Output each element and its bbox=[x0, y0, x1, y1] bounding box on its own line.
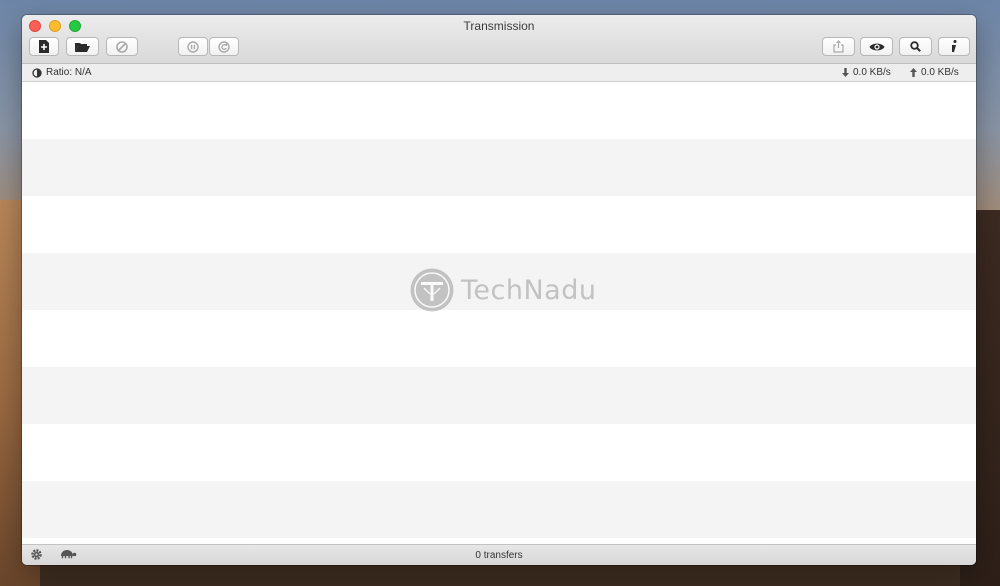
eye-icon bbox=[869, 43, 884, 50]
ratio-indicator[interactable]: Ratio: N/A bbox=[32, 67, 92, 78]
transfer-count: 0 transfers bbox=[475, 550, 523, 561]
ratio-label: Ratio: N/A bbox=[46, 67, 92, 78]
bottom-bar: 0 transfers bbox=[22, 544, 976, 565]
titlebar: Transmission bbox=[22, 15, 976, 64]
info-icon bbox=[952, 40, 957, 52]
technadu-logo-icon bbox=[410, 268, 454, 312]
arrow-up-icon bbox=[910, 68, 917, 77]
list-row bbox=[22, 424, 976, 481]
list-row bbox=[22, 310, 976, 367]
open-torrent-button[interactable] bbox=[66, 37, 99, 56]
remove-icon bbox=[116, 40, 128, 53]
folder-icon bbox=[75, 43, 90, 52]
filter-button[interactable] bbox=[899, 37, 932, 56]
status-bar: Ratio: N/A 0.0 KB/s 0.0 KB/s bbox=[22, 64, 976, 82]
list-row bbox=[22, 367, 976, 424]
ratio-icon bbox=[32, 67, 42, 78]
remove-torrent-button[interactable] bbox=[106, 37, 138, 56]
watermark: TechNadu bbox=[409, 267, 596, 313]
arrow-down-icon bbox=[842, 68, 849, 77]
list-row bbox=[22, 139, 976, 196]
share-icon bbox=[833, 40, 844, 53]
watermark-text: TechNadu bbox=[461, 274, 597, 306]
list-row bbox=[22, 481, 976, 538]
resume-icon bbox=[218, 40, 230, 53]
quick-look-button[interactable] bbox=[860, 37, 893, 56]
resume-all-button[interactable] bbox=[209, 37, 239, 56]
pause-all-button[interactable] bbox=[178, 37, 208, 56]
pause-icon bbox=[187, 40, 199, 53]
transmission-window: Transmission Ratio: N/A 0.0 KB/s 0.0 KB/… bbox=[22, 15, 976, 565]
search-icon bbox=[910, 41, 921, 52]
download-speed: 0.0 KB/s bbox=[842, 67, 891, 78]
document-plus-icon bbox=[39, 40, 49, 53]
window-title: Transmission bbox=[463, 19, 535, 33]
inspector-button[interactable] bbox=[938, 37, 970, 56]
create-torrent-button[interactable] bbox=[29, 37, 59, 56]
download-speed-value: 0.0 KB/s bbox=[853, 67, 891, 78]
list-row bbox=[22, 82, 976, 139]
upload-speed: 0.0 KB/s bbox=[910, 67, 959, 78]
share-button[interactable] bbox=[822, 37, 855, 56]
transfer-list[interactable] bbox=[22, 82, 976, 545]
list-row bbox=[22, 196, 976, 253]
upload-speed-value: 0.0 KB/s bbox=[921, 67, 959, 78]
